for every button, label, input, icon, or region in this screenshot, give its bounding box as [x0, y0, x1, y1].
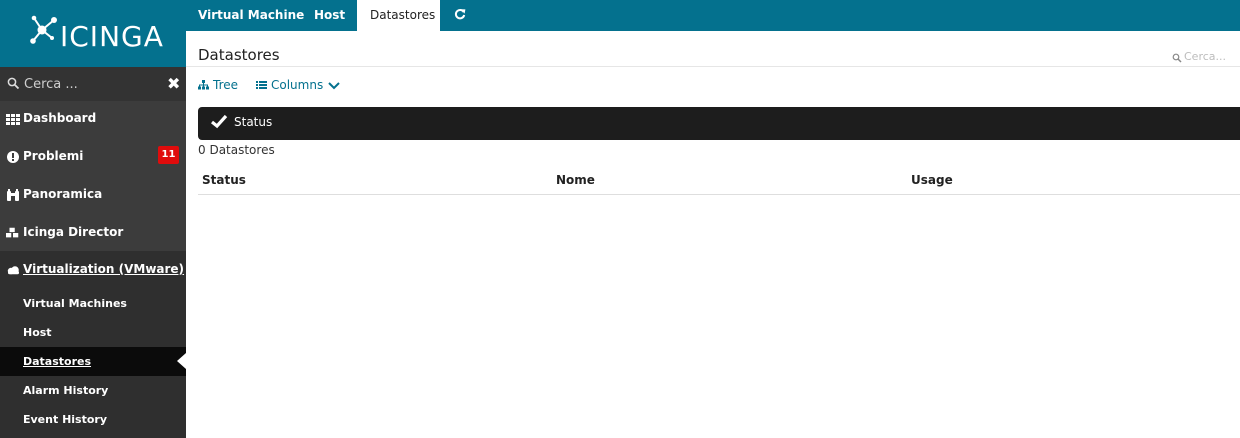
- tree-view-button[interactable]: Tree: [198, 78, 238, 92]
- refresh-icon: [454, 8, 466, 20]
- sidebar-subitem-label: Virtual Machines: [23, 297, 127, 310]
- sitemap-icon: [198, 80, 209, 90]
- refresh-button[interactable]: [454, 0, 474, 31]
- result-count: 0 Datastores: [198, 143, 275, 157]
- column-header-nome[interactable]: Nome: [556, 173, 595, 187]
- close-icon[interactable]: ✖: [167, 74, 180, 93]
- table-header: Status Nome Usage: [198, 166, 1240, 195]
- sidebar-item-label: Problemi: [23, 149, 84, 163]
- sidebar-search-input[interactable]: [24, 75, 154, 93]
- sidebar-item-virtualization-vmware[interactable]: Virtualization (VMware): [0, 251, 186, 289]
- sidebar-subitem-virtual-machines[interactable]: Virtual Machines: [0, 289, 186, 318]
- status-filter-label: Status: [234, 115, 273, 129]
- cubes-icon: [6, 227, 19, 238]
- problems-count-badge: 11: [158, 146, 179, 164]
- sidebar-item-icinga-director[interactable]: Icinga Director: [0, 214, 186, 252]
- header-divider: [186, 66, 1240, 67]
- grid-icon: [6, 114, 20, 125]
- sidebar-item-label: Icinga Director: [23, 225, 124, 239]
- sidebar-item-label: Virtualization (VMware): [23, 262, 185, 276]
- sidebar-item-label: Panoramica: [23, 187, 103, 201]
- active-indicator: [177, 353, 186, 369]
- alert-circle-icon: [7, 151, 19, 163]
- sidebar-subnav: Virtual Machines Host Datastores Alarm H…: [0, 289, 186, 438]
- sidebar-item-dashboard[interactable]: Dashboard: [0, 100, 186, 138]
- search-input[interactable]: [1184, 47, 1240, 65]
- column-header-usage[interactable]: Usage: [911, 173, 953, 187]
- tree-view-label: Tree: [213, 78, 239, 92]
- columns-button[interactable]: Columns: [256, 78, 323, 92]
- tab-virtual-machine[interactable]: Virtual Machine: [186, 0, 304, 31]
- sidebar-subitem-label: Datastores: [23, 355, 92, 368]
- icinga-logo-icon: [30, 15, 57, 44]
- logo[interactable]: ICINGA: [0, 0, 186, 67]
- cloud-icon: [7, 266, 19, 275]
- sidebar-subitem-host[interactable]: Host: [0, 318, 186, 347]
- search-icon: [1172, 53, 1182, 63]
- sidebar-search: ✖: [0, 67, 186, 101]
- sidebar-subitem-alarm-history[interactable]: Alarm History: [0, 376, 186, 405]
- chevron-down-icon: [328, 82, 340, 90]
- tab-datastores[interactable]: Datastores: [357, 0, 440, 31]
- brand-name: ICINGA: [60, 20, 164, 53]
- sidebar-subitem-event-history[interactable]: Event History: [0, 405, 186, 434]
- sidebar: ICINGA ✖ Dashboard Problemi: [0, 0, 186, 438]
- more-options-button[interactable]: [328, 79, 344, 93]
- content-search: [1170, 47, 1240, 65]
- page-title: Datastores: [198, 46, 280, 64]
- tab-bar: Virtual Machine Host Datastores: [186, 0, 1240, 31]
- sidebar-subitem-label: Host: [23, 326, 52, 339]
- columns-label: Columns: [271, 78, 324, 92]
- status-filter-bar[interactable]: Status: [198, 107, 1240, 140]
- sidebar-subitem-datastores[interactable]: Datastores: [0, 347, 186, 376]
- column-header-status[interactable]: Status: [202, 173, 246, 187]
- sidebar-item-panoramica[interactable]: Panoramica: [0, 176, 186, 214]
- list-icon: [256, 81, 267, 89]
- tab-host[interactable]: Host: [301, 0, 355, 31]
- sidebar-subitem-label: Event History: [23, 413, 107, 426]
- checkmark-icon: [211, 114, 228, 129]
- search-icon: [7, 77, 20, 90]
- sidebar-item-label: Dashboard: [23, 111, 97, 125]
- app-window: ICINGA ✖ Dashboard Problemi: [0, 0, 1240, 438]
- sidebar-subitem-label: Alarm History: [23, 384, 109, 397]
- binoculars-icon: [7, 189, 19, 201]
